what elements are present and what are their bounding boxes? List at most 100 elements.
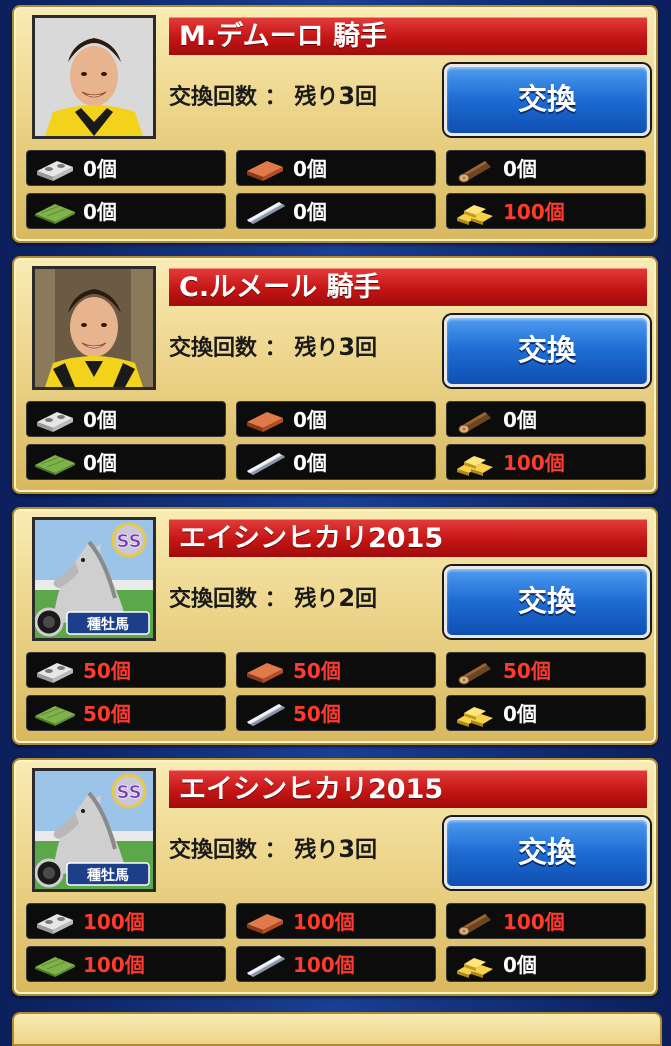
green-plank-icon xyxy=(33,700,77,728)
material-quantity: 0個 xyxy=(503,408,537,432)
material-slot: 50個 xyxy=(236,695,436,731)
material-slot: 0個 xyxy=(26,444,226,480)
exchange-card: SS 種牡馬 エイシンヒカリ2015 交換回数 ： 残り2回 交換 50個 50個 50個 50… xyxy=(12,507,658,745)
material-quantity: 0個 xyxy=(293,451,327,475)
material-quantity: 50個 xyxy=(83,702,131,726)
remaining-count: 3 xyxy=(338,835,356,863)
gold-bars-icon xyxy=(453,700,497,728)
next-card-partial xyxy=(12,1012,662,1046)
material-quantity: 100個 xyxy=(503,200,565,224)
cinder-block-icon xyxy=(33,908,77,936)
material-quantity: 50個 xyxy=(293,659,341,683)
remaining-unit: 回 xyxy=(355,838,378,863)
remaining-count: 3 xyxy=(338,82,356,110)
material-slot: 0個 xyxy=(236,401,436,437)
card-title: エイシンヒカリ2015 xyxy=(169,519,647,557)
cinder-block-icon xyxy=(33,657,77,685)
material-slot: 100個 xyxy=(26,903,226,939)
gold-bars-icon xyxy=(453,198,497,226)
remaining-unit: 回 xyxy=(355,587,378,612)
material-slot: 100個 xyxy=(236,946,436,982)
material-slot: 0個 xyxy=(446,946,646,982)
material-slot: 0個 xyxy=(446,150,646,186)
green-plank-icon xyxy=(33,449,77,477)
log-icon xyxy=(453,908,497,936)
material-quantity: 0個 xyxy=(503,953,537,977)
material-slot: 50個 xyxy=(26,652,226,688)
remaining-exchanges: 交換回数 ： 残り3回 xyxy=(169,832,377,864)
gold-bars-icon xyxy=(453,951,497,979)
material-quantity: 0個 xyxy=(293,200,327,224)
material-slot: 100個 xyxy=(26,946,226,982)
jockey-portrait xyxy=(32,15,156,139)
material-quantity: 100個 xyxy=(503,451,565,475)
material-slot: 50個 xyxy=(26,695,226,731)
material-quantity: 0個 xyxy=(83,200,117,224)
material-slot: 0個 xyxy=(446,695,646,731)
remaining-count: 2 xyxy=(338,584,356,612)
material-quantity: 0個 xyxy=(83,408,117,432)
jockey-portrait xyxy=(32,266,156,390)
remaining-exchanges: 交換回数 ： 残り3回 xyxy=(169,79,377,111)
material-quantity: 50個 xyxy=(293,702,341,726)
material-quantity: 0個 xyxy=(293,408,327,432)
exchange-button[interactable]: 交換 xyxy=(444,817,650,889)
stallion-tag-text: 種牡馬 xyxy=(87,867,129,884)
remaining-exchanges: 交換回数 ： 残り3回 xyxy=(169,330,377,362)
stallion-tag-text: 種牡馬 xyxy=(87,616,129,633)
rank-badge-text: SS xyxy=(116,782,141,803)
material-slot: 100個 xyxy=(446,444,646,480)
remaining-label: 交換回数 ： 残り xyxy=(169,85,339,110)
material-quantity: 100個 xyxy=(503,910,565,934)
material-quantity: 100個 xyxy=(83,910,145,934)
brick-icon xyxy=(243,657,287,685)
remaining-label: 交換回数 ： 残り xyxy=(169,838,339,863)
material-slot: 0個 xyxy=(236,150,436,186)
gold-bars-icon xyxy=(453,449,497,477)
material-slot: 50個 xyxy=(446,652,646,688)
exchange-card: SS 種牡馬 エイシンヒカリ2015 交換回数 ： 残り3回 交換 100個 100個 100… xyxy=(12,758,658,996)
material-quantity: 0個 xyxy=(83,157,117,181)
material-slot: 0個 xyxy=(26,193,226,229)
material-quantity: 0個 xyxy=(503,702,537,726)
material-slot: 100個 xyxy=(236,903,436,939)
remaining-unit: 回 xyxy=(355,336,378,361)
horse-portrait: SS 種牡馬 xyxy=(32,517,156,641)
material-slot: 0個 xyxy=(26,150,226,186)
material-quantity: 50個 xyxy=(503,659,551,683)
steel-beam-icon xyxy=(243,700,287,728)
exchange-button[interactable]: 交換 xyxy=(444,315,650,387)
exchange-button[interactable]: 交換 xyxy=(444,566,650,638)
remaining-count: 3 xyxy=(338,333,356,361)
steel-beam-icon xyxy=(243,198,287,226)
material-quantity: 100個 xyxy=(293,953,355,977)
card-title: M.デムーロ 騎手 xyxy=(169,17,647,55)
log-icon xyxy=(453,155,497,183)
cinder-block-icon xyxy=(33,155,77,183)
material-slot: 0個 xyxy=(446,401,646,437)
exchange-card: M.デムーロ 騎手交換回数 ： 残り3回 交換 0個 0個 0個 0個 0個 100個 xyxy=(12,5,658,243)
material-quantity: 0個 xyxy=(293,157,327,181)
material-quantity: 100個 xyxy=(83,953,145,977)
green-plank-icon xyxy=(33,198,77,226)
material-quantity: 50個 xyxy=(83,659,131,683)
material-slot: 100個 xyxy=(446,193,646,229)
brick-icon xyxy=(243,155,287,183)
material-slot: 100個 xyxy=(446,903,646,939)
remaining-label: 交換回数 ： 残り xyxy=(169,336,339,361)
remaining-unit: 回 xyxy=(355,85,378,110)
exchange-button[interactable]: 交換 xyxy=(444,64,650,136)
steel-beam-icon xyxy=(243,951,287,979)
cinder-block-icon xyxy=(33,406,77,434)
material-quantity: 0個 xyxy=(503,157,537,181)
material-slot: 0個 xyxy=(236,193,436,229)
exchange-card: C.ルメール 騎手交換回数 ： 残り3回 交換 0個 0個 0個 0個 0個 100個 xyxy=(12,256,658,494)
green-plank-icon xyxy=(33,951,77,979)
material-slot: 50個 xyxy=(236,652,436,688)
material-slot: 0個 xyxy=(26,401,226,437)
brick-icon xyxy=(243,406,287,434)
log-icon xyxy=(453,406,497,434)
material-quantity: 100個 xyxy=(293,910,355,934)
remaining-exchanges: 交換回数 ： 残り2回 xyxy=(169,581,377,613)
card-title: C.ルメール 騎手 xyxy=(169,268,647,306)
